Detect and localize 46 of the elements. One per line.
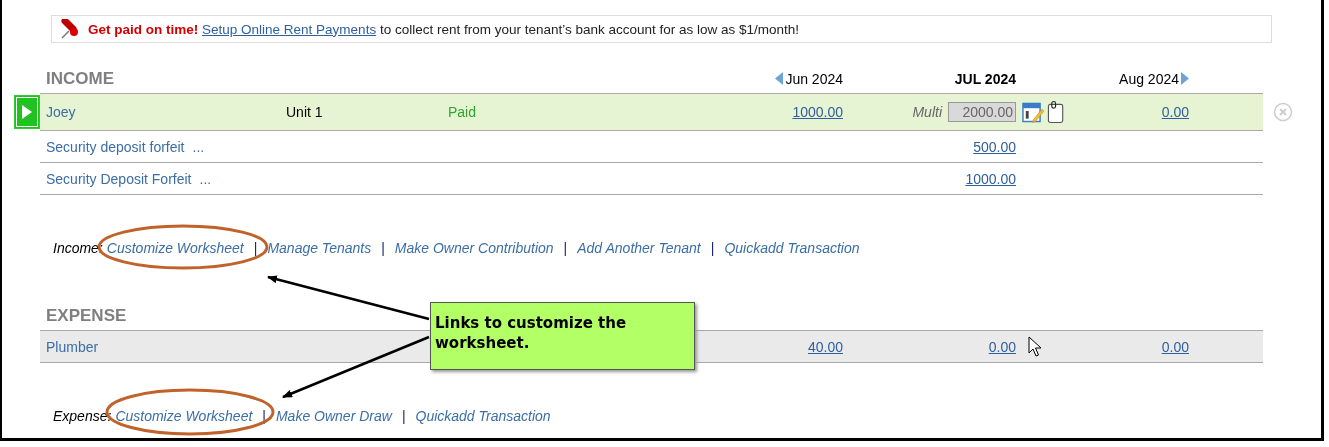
action-link[interactable]: Quickadd Transaction (415, 408, 551, 424)
action-link[interactable]: Customize Worksheet (115, 408, 253, 424)
next-month-icon[interactable] (1181, 72, 1189, 85)
month-label: JUL 2024 (954, 70, 1016, 87)
amount-link[interactable]: 1000.00 (965, 170, 1016, 187)
action-link[interactable]: Add Another Tenant (577, 240, 701, 256)
setup-payments-link[interactable]: Setup Online Rent Payments (202, 21, 377, 37)
amount-link[interactable]: 0.00 (1161, 104, 1189, 120)
row-name-link[interactable]: Security Deposit Forfeit (46, 170, 192, 187)
status-label: Paid (448, 104, 477, 120)
amount-link[interactable]: 0.00 (988, 338, 1016, 355)
link-separator: | (381, 240, 385, 256)
action-link[interactable]: Manage Tenants (267, 240, 372, 256)
link-separator: | (710, 240, 715, 256)
callout-note: Links to customize the worksheet. (430, 302, 695, 370)
link-separator: | (401, 408, 406, 424)
amount-field[interactable]: 2000.00 (948, 102, 1016, 122)
previous-month-icon[interactable] (775, 72, 784, 85)
month-label: Aug 2024 (1119, 70, 1179, 87)
more-link[interactable]: ... (192, 138, 205, 155)
section-heading: INCOME (46, 68, 114, 89)
action-link[interactable]: Make Owner Draw (275, 408, 392, 424)
section-heading: EXPENSE (46, 305, 127, 326)
amount-link[interactable]: 1000.00 (792, 104, 843, 120)
clipboard-icon[interactable] (1046, 100, 1064, 124)
unit-label: Unit 1 (286, 104, 323, 120)
action-link[interactable]: Make Owner Contribution (394, 240, 554, 256)
remove-icon[interactable] (1273, 101, 1293, 122)
multi-label: Multi (912, 104, 942, 120)
link-separator: | (253, 240, 258, 256)
calendar-edit-icon[interactable] (1022, 100, 1045, 124)
cursor-icon (1028, 336, 1042, 357)
amount-link[interactable]: 40.00 (807, 338, 843, 355)
action-link[interactable]: Quickadd Transaction (724, 240, 860, 256)
expand-button[interactable] (14, 94, 40, 129)
more-link[interactable]: ... (199, 170, 212, 187)
link-separator: | (563, 240, 568, 256)
row-name-link[interactable]: Plumber (46, 338, 99, 355)
amount-link[interactable]: 0.00 (1161, 338, 1189, 355)
promo-text: Get paid on time! Setup Online Rent Payments to collect rent from your tenant’s bank account for as low as $1/month! (88, 21, 800, 37)
row-name-link[interactable]: Security deposit forfeit (46, 138, 185, 155)
row-name-link[interactable]: Joey (46, 104, 76, 120)
action-link[interactable]: Customize Worksheet (106, 240, 244, 256)
amount-link[interactable]: 500.00 (973, 138, 1016, 155)
month-label: Jun 2024 (785, 70, 843, 87)
play-icon (22, 104, 32, 119)
